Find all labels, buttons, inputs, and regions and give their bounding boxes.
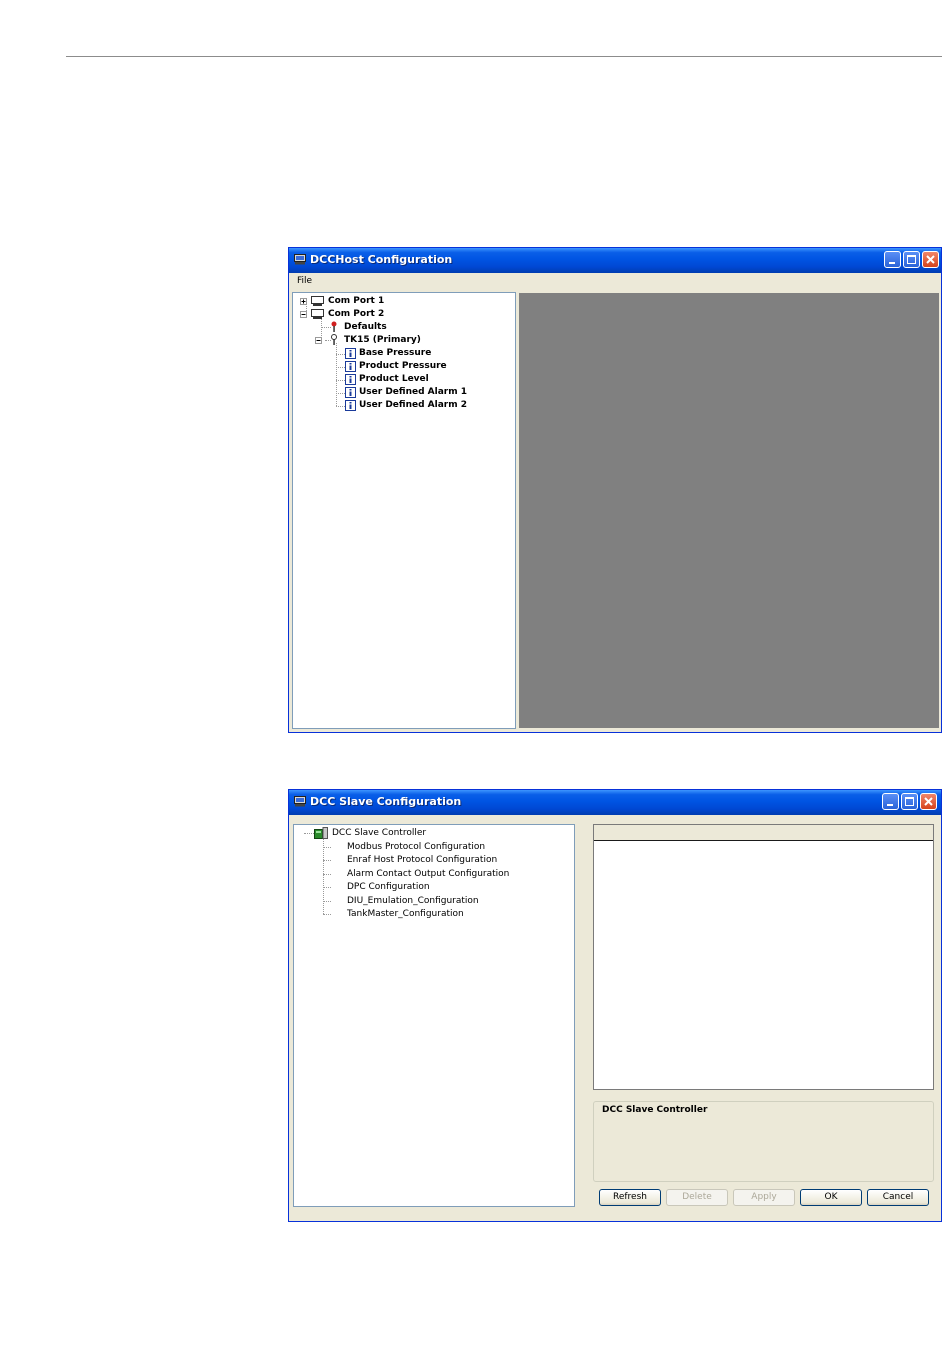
tree-item-label: DCC Slave Controller xyxy=(332,828,427,838)
tree-pane[interactable]: DCC Slave Controller Modbus Protocol Con… xyxy=(293,824,575,1207)
content-pane xyxy=(519,293,939,728)
serial-port-icon xyxy=(311,309,324,319)
tree-item-label: Enraf Host Protocol Configuration xyxy=(347,855,498,865)
menu-file[interactable]: File xyxy=(297,276,312,286)
close-button[interactable] xyxy=(922,251,939,268)
tree-item-label: Com Port 2 xyxy=(328,309,385,319)
tree-item-com-port-1[interactable]: Com Port 1 xyxy=(293,295,513,308)
app-icon xyxy=(294,796,306,807)
minimize-icon xyxy=(889,262,895,264)
tree-item-tk15-primary[interactable]: TK15 (Primary) xyxy=(293,334,513,347)
maximize-icon xyxy=(907,255,916,264)
tree-item-dpc-configuration[interactable]: DPC Configuration xyxy=(294,881,572,894)
minimize-button[interactable] xyxy=(884,251,901,268)
maximize-icon xyxy=(905,797,914,806)
info-icon xyxy=(345,387,356,398)
menu-bar: File xyxy=(289,273,941,291)
info-icon xyxy=(345,361,356,372)
maximize-button[interactable] xyxy=(901,793,918,810)
tree-item-dcc-slave-controller[interactable]: DCC Slave Controller xyxy=(294,827,572,840)
tree-item-product-pressure[interactable]: Product Pressure xyxy=(293,360,513,373)
tree-item-modbus-protocol[interactable]: Modbus Protocol Configuration xyxy=(294,841,572,854)
tree-item-defaults[interactable]: Defaults xyxy=(293,321,513,334)
header-rule xyxy=(66,56,942,57)
list-header xyxy=(594,825,933,841)
gauge-pin-icon xyxy=(331,334,337,345)
tree-item-enraf-host-protocol[interactable]: Enraf Host Protocol Configuration xyxy=(294,854,572,867)
description-title: DCC Slave Controller xyxy=(602,1105,708,1115)
tree-item-alarm-contact-output[interactable]: Alarm Contact Output Configuration xyxy=(294,868,572,881)
tree-item-label: Alarm Contact Output Configuration xyxy=(347,869,510,879)
info-icon xyxy=(345,400,356,411)
tree-item-diu-emulation[interactable]: DIU_Emulation_Configuration xyxy=(294,895,572,908)
collapse-icon[interactable] xyxy=(315,337,322,344)
tree-item-label: User Defined Alarm 1 xyxy=(359,387,468,397)
tree-item-label: Com Port 1 xyxy=(328,296,385,306)
minimize-icon xyxy=(887,804,893,806)
tree-item-base-pressure[interactable]: Base Pressure xyxy=(293,347,513,360)
tree-item-label: DPC Configuration xyxy=(347,882,430,892)
minimize-button[interactable] xyxy=(882,793,899,810)
info-icon xyxy=(345,348,356,359)
tree-item-label: TK15 (Primary) xyxy=(344,335,421,345)
apply-button[interactable]: Apply xyxy=(733,1189,795,1206)
serial-port-icon xyxy=(311,296,324,306)
title-bar[interactable]: DCC Slave Configuration xyxy=(289,790,941,815)
tree-item-user-defined-alarm-2[interactable]: User Defined Alarm 2 xyxy=(293,399,513,412)
tree-item-label: Product Pressure xyxy=(359,361,447,371)
property-list[interactable] xyxy=(593,824,934,1090)
tree-item-label: User Defined Alarm 2 xyxy=(359,400,468,410)
maximize-button[interactable] xyxy=(903,251,920,268)
tree-item-user-defined-alarm-1[interactable]: User Defined Alarm 1 xyxy=(293,386,513,399)
dcc-slave-window: DCC Slave Configuration DCC Slave Contro… xyxy=(288,789,942,1222)
window-title: DCC Slave Configuration xyxy=(310,795,462,808)
tree-item-label: DIU_Emulation_Configuration xyxy=(347,896,479,906)
close-icon xyxy=(924,797,933,806)
window-title: DCCHost Configuration xyxy=(310,253,453,266)
tree-item-label: TankMaster_Configuration xyxy=(347,909,464,919)
cancel-button[interactable]: Cancel xyxy=(867,1189,929,1206)
app-icon xyxy=(294,254,306,265)
tree-item-label: Modbus Protocol Configuration xyxy=(347,842,486,852)
tree-item-tankmaster[interactable]: TankMaster_Configuration xyxy=(294,908,572,921)
close-icon xyxy=(926,255,935,264)
delete-button[interactable]: Delete xyxy=(666,1189,728,1206)
controller-icon xyxy=(314,827,328,839)
tree-item-label: Defaults xyxy=(344,322,387,332)
tree-pane[interactable]: Com Port 1 Com Port 2 Defaults TK15 (Pri… xyxy=(292,292,516,729)
dcchost-window: DCCHost Configuration File Com Port 1 Co… xyxy=(288,247,942,733)
title-bar[interactable]: DCCHost Configuration xyxy=(289,248,941,273)
collapse-icon[interactable] xyxy=(300,311,307,318)
close-button[interactable] xyxy=(920,793,937,810)
expand-icon[interactable] xyxy=(300,298,307,305)
description-box: DCC Slave Controller xyxy=(593,1101,934,1182)
ok-button[interactable]: OK xyxy=(800,1189,862,1206)
tree-item-product-level[interactable]: Product Level xyxy=(293,373,513,386)
info-icon xyxy=(345,374,356,385)
tree-item-label: Product Level xyxy=(359,374,429,384)
refresh-button[interactable]: Refresh xyxy=(599,1189,661,1206)
tree-item-com-port-2[interactable]: Com Port 2 xyxy=(293,308,513,321)
tree-item-label: Base Pressure xyxy=(359,348,432,358)
gauge-pin-red-icon xyxy=(331,321,337,332)
